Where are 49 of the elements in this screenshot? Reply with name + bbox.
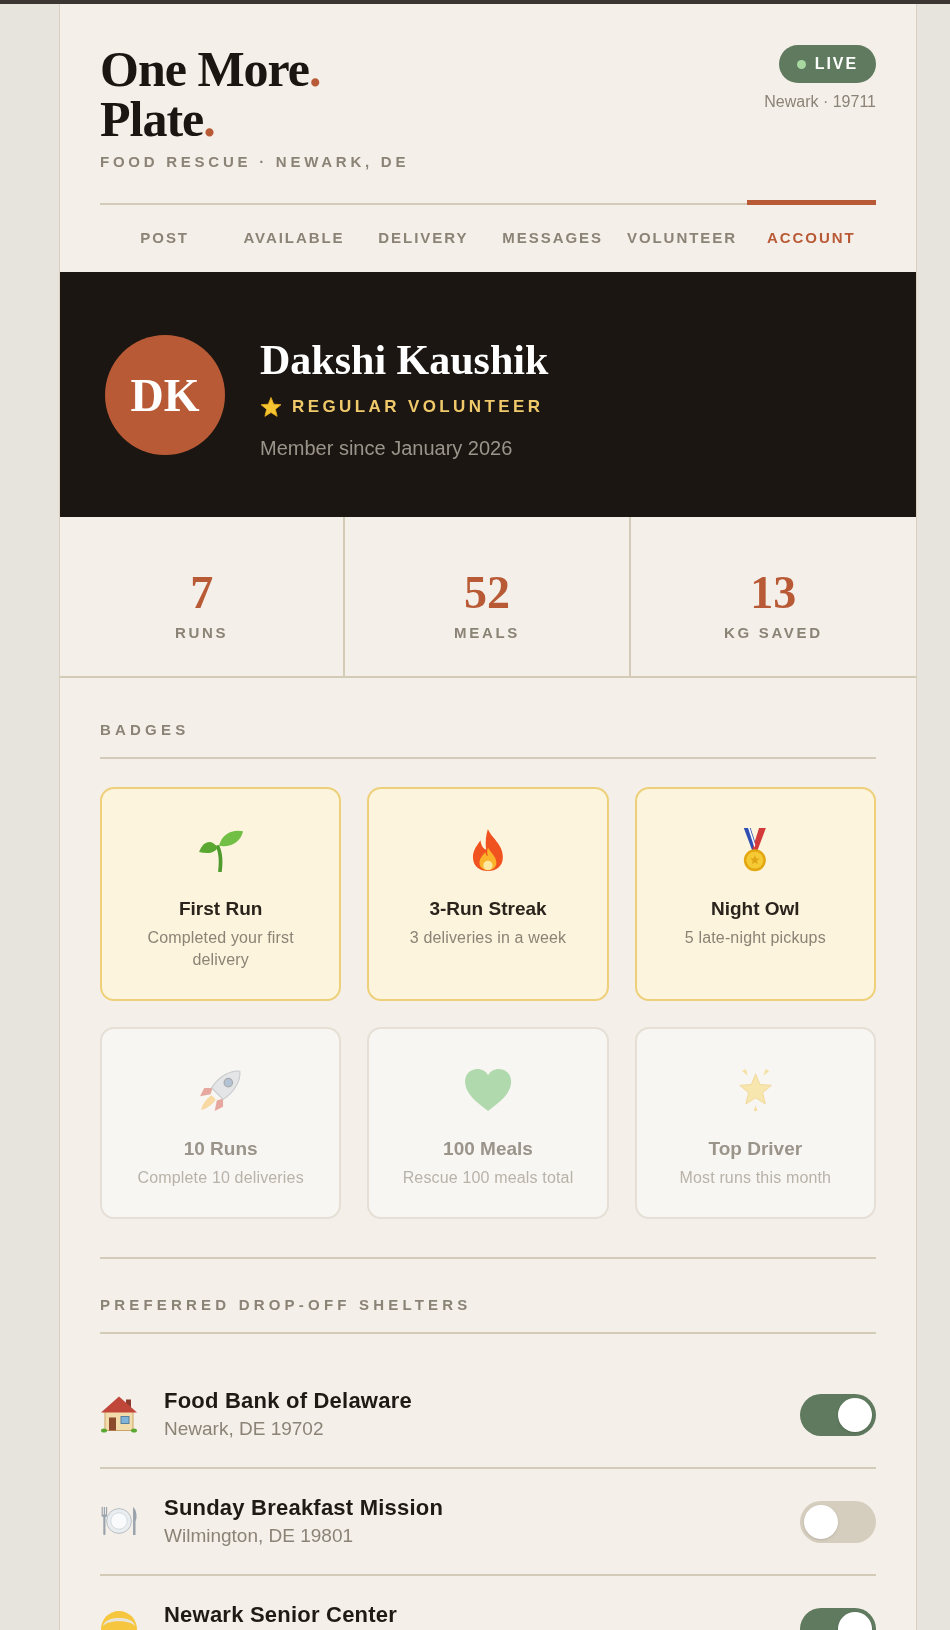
- badge-description: 5 late-night pickups: [684, 928, 826, 948]
- logo: One More. Plate.: [100, 44, 322, 144]
- stat-label: RUNS: [175, 623, 229, 643]
- tab[interactable]: DELIVERY: [358, 200, 488, 272]
- badge-description: Rescue 100 meals total: [402, 1168, 574, 1188]
- tab[interactable]: AVAILABLE: [229, 200, 359, 272]
- stat-label: MEALS: [454, 623, 520, 643]
- location-text: Newark · 19711: [764, 92, 876, 112]
- badge-description: Completed your first delivery: [146, 928, 295, 970]
- status-label: LIVE: [814, 54, 858, 74]
- badge-title: First Run: [178, 897, 263, 921]
- role-label: REGULAR VOLUNTEER: [292, 396, 544, 418]
- section-heading: BADGES: [100, 720, 876, 759]
- shelter-name: Sunday Breakfast Mission: [164, 1494, 444, 1522]
- member-since: Member since January 2026: [260, 436, 514, 461]
- flame-icon: [472, 828, 504, 872]
- status-dot-icon: [796, 59, 806, 69]
- badge-description: Complete 10 deliveries: [137, 1168, 304, 1188]
- star-icon: [260, 396, 282, 418]
- glowing-star-icon: [738, 1068, 772, 1112]
- medal-icon: [743, 828, 768, 872]
- badge-title: 3-Run Streak: [429, 897, 547, 921]
- badge-title: Night Owl: [711, 897, 800, 921]
- stat-value: 7: [190, 569, 214, 617]
- stat-value: 52: [464, 569, 510, 617]
- shelter-name: Newark Senior Center: [164, 1601, 398, 1629]
- badge-title: 10 Runs: [183, 1137, 258, 1161]
- sprout-icon: [197, 828, 244, 872]
- tagline: FOOD RESCUE · NEWARK, DE: [100, 152, 410, 172]
- avatar: DK: [105, 335, 225, 455]
- heart-icon: [463, 1068, 513, 1112]
- badge-title: Top Driver: [708, 1137, 803, 1161]
- toggle-switch[interactable]: [800, 1394, 876, 1436]
- badge-description: Most runs this month: [679, 1168, 832, 1188]
- rocket-icon: [199, 1068, 243, 1112]
- tab[interactable]: VOLUNTEER: [617, 200, 747, 272]
- stat-label: KG SAVED: [723, 623, 823, 643]
- badge-description: 3 deliveries in a week: [409, 928, 567, 948]
- stat-value: 13: [750, 569, 797, 617]
- shelter-address: Wilmington, DE 19801: [164, 1524, 355, 1548]
- user-name: Dakshi Kaushik: [260, 337, 549, 383]
- tab[interactable]: POST: [100, 200, 230, 272]
- toggle-switch[interactable]: [800, 1501, 876, 1543]
- shelter-name: Food Bank of Delaware: [164, 1387, 412, 1415]
- house-icon: [100, 1395, 138, 1433]
- shelter-address: Newark, DE 19702: [164, 1417, 325, 1441]
- badge-title: 100 Meals: [443, 1137, 533, 1161]
- tab[interactable]: MESSAGES: [488, 200, 618, 272]
- section-heading: PREFERRED DROP-OFF SHELTERS: [100, 1259, 876, 1334]
